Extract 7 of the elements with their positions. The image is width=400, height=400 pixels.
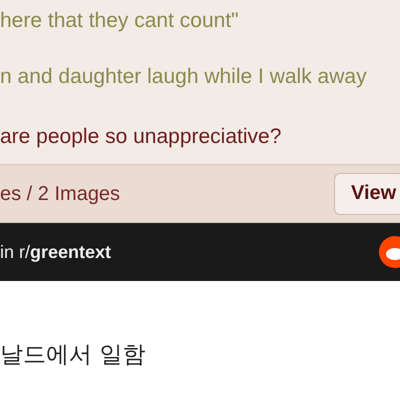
subreddit-label: in r/greentext — [0, 242, 112, 262]
view-button[interactable]: View — [334, 172, 400, 214]
reply-count: es / 2 Images — [0, 182, 120, 206]
post-line: n and daughter laugh while I walk away — [0, 64, 368, 90]
post-line: are people so unappreciative? — [0, 124, 282, 150]
article-text: 날드에서 일함 — [0, 341, 146, 370]
post-line: here that they cant count" — [0, 8, 240, 34]
